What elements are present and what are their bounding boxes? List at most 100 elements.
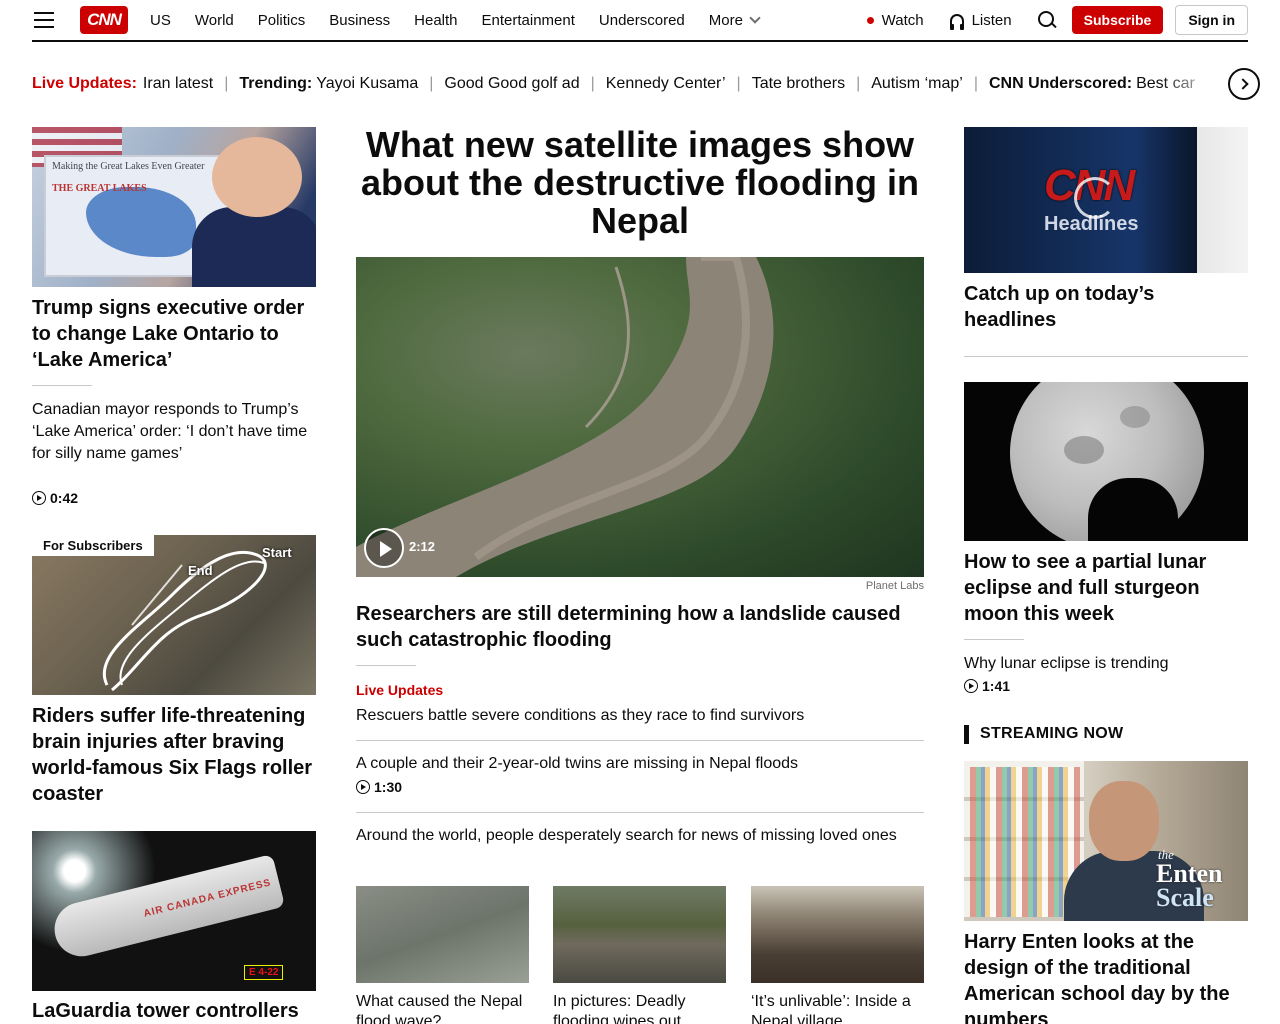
- coaster-end-label: End: [188, 563, 213, 578]
- great-lakes-map: [86, 187, 196, 257]
- headlines-headline[interactable]: Catch up on today’s headlines: [964, 281, 1248, 333]
- nav-politics[interactable]: Politics: [258, 12, 306, 29]
- live-update-link[interactable]: Rescuers battle severe conditions as the…: [356, 705, 924, 727]
- twins-video-duration: 1:30: [356, 779, 402, 795]
- thumb-caption[interactable]: In pictures: Deadly flooding wipes out: [553, 992, 726, 1024]
- plane-story-image[interactable]: AIR CANADA EXPRESS E 4-22: [32, 831, 316, 991]
- cnn-headlines-video[interactable]: CNN Headlines: [964, 127, 1248, 273]
- ticker-separator: |: [429, 75, 434, 92]
- live-updates-label: Live Updates: [356, 682, 444, 698]
- cnn-logo[interactable]: CNN: [80, 6, 128, 34]
- enten-scale-image[interactable]: the Enten Scale: [964, 761, 1248, 921]
- enten-headline[interactable]: Harry Enten looks at the design of the t…: [964, 929, 1248, 1024]
- image-credit: Planet Labs: [865, 580, 924, 592]
- header-actions: Watch Listen Subscribe Sign in: [866, 5, 1248, 35]
- nav-business[interactable]: Business: [329, 12, 390, 29]
- ticker-separator: |: [856, 75, 861, 92]
- ticker-item[interactable]: Kennedy Center’: [606, 75, 726, 93]
- ticker-separator: |: [736, 75, 741, 92]
- coaster-start-label: Start: [262, 545, 292, 560]
- nepal-satellite-image[interactable]: [356, 257, 924, 577]
- thumb-caption[interactable]: What caused the Nepal flood wave?: [356, 992, 529, 1024]
- divider: [964, 639, 1024, 640]
- enten-logo-word2: Scale: [1156, 883, 1214, 912]
- ticker-item[interactable]: Good Good golf ad: [444, 75, 579, 93]
- trump-headline[interactable]: Trump signs executive order to change La…: [32, 295, 316, 373]
- nav-more[interactable]: More: [708, 11, 761, 29]
- ticker-live-link[interactable]: Iran latest: [143, 75, 213, 93]
- section-marker: [964, 725, 969, 744]
- plane-headline[interactable]: LaGuardia tower controllers: [32, 998, 316, 1024]
- silhouette: [1088, 478, 1178, 541]
- play-icon: [964, 679, 978, 693]
- streaming-now-heading: STREAMING NOW: [980, 725, 1124, 742]
- person-head: [212, 137, 302, 217]
- ticker-item[interactable]: Tate brothers: [752, 75, 845, 93]
- coaster-headline[interactable]: Riders suffer life-threatening brain inj…: [32, 703, 316, 807]
- thumb-flood-wave[interactable]: [356, 886, 529, 983]
- coaster-story-image[interactable]: Start End: [32, 535, 316, 695]
- nav-health[interactable]: Health: [414, 12, 457, 29]
- duration-text: 1:30: [374, 779, 403, 795]
- play-icon: [356, 780, 370, 794]
- duration-text: 1:41: [982, 678, 1011, 694]
- eclipse-trending-link[interactable]: Why lunar eclipse is trending: [964, 653, 1248, 675]
- chevron-down-icon: [749, 12, 761, 24]
- moon-video-duration: 1:41: [964, 678, 1010, 694]
- subscribe-button[interactable]: Subscribe: [1071, 6, 1164, 34]
- lead-headline[interactable]: Researchers are still determining how a …: [356, 601, 924, 653]
- trending-ticker: Live Updates: Iran latest | Trending: Ya…: [32, 72, 1214, 96]
- divider: [356, 665, 416, 666]
- nav-us[interactable]: US: [150, 12, 171, 29]
- loading-spinner-icon: [1074, 177, 1116, 219]
- moon-headline[interactable]: How to see a partial lunar eclipse and f…: [964, 549, 1248, 627]
- person-head: [1089, 781, 1159, 861]
- thumb-deadly-flooding[interactable]: [553, 886, 726, 983]
- play-button-icon[interactable]: [364, 528, 404, 568]
- headphones-icon: [949, 13, 964, 30]
- menu-icon[interactable]: [34, 12, 54, 28]
- site-header: CNN US World Politics Business Health En…: [32, 0, 1248, 42]
- board-caption: Making the Great Lakes Even Greater: [52, 161, 205, 172]
- nav-world[interactable]: World: [195, 12, 234, 29]
- lead-story-title[interactable]: What new satellite images show about the…: [356, 126, 924, 240]
- nav-underscored[interactable]: Underscored: [599, 12, 685, 29]
- divider: [32, 385, 92, 386]
- ticker-live-label: Live Updates:: [32, 75, 137, 92]
- ticker-separator: |: [224, 75, 229, 92]
- divider: [356, 740, 924, 741]
- thumb-nepal-village[interactable]: [751, 886, 924, 983]
- watch-button[interactable]: Watch: [866, 11, 924, 29]
- chevron-right-icon: [1236, 78, 1249, 90]
- lead-video-duration: 2:12: [409, 539, 436, 554]
- thumb-caption[interactable]: ‘It’s unlivable’: Inside a Nepal village: [751, 992, 924, 1024]
- watch-label: Watch: [881, 11, 924, 29]
- listen-button[interactable]: Listen: [949, 11, 1012, 30]
- ticker-trending-label: Trending:: [239, 75, 313, 92]
- board-title: THE GREAT LAKES: [52, 183, 147, 194]
- search-icon[interactable]: [1037, 11, 1056, 29]
- ticker-separator: |: [590, 75, 595, 92]
- person-suit: [192, 207, 316, 287]
- for-subscribers-badge: For Subscribers: [32, 535, 154, 556]
- sign-in-button[interactable]: Sign in: [1175, 5, 1248, 35]
- trump-subheadline[interactable]: Canadian mayor responds to Trump’s ‘Lake…: [32, 399, 316, 465]
- runway-sign: E 4-22: [244, 965, 284, 980]
- ticker-item[interactable]: Autism ‘map’: [871, 75, 963, 93]
- live-dot-icon: [866, 16, 874, 24]
- ticker-trending-link[interactable]: Yayoi Kusama: [316, 75, 418, 93]
- duration-text: 0:42: [50, 490, 79, 506]
- ticker-underscored-label: CNN Underscored:: [988, 75, 1133, 92]
- missing-loved-ones-link[interactable]: Around the world, people desperately sea…: [356, 825, 924, 847]
- trump-story-image[interactable]: Making the Great Lakes Even Greater THE …: [32, 127, 316, 287]
- moon-story-image[interactable]: [964, 382, 1248, 541]
- ticker-next-button[interactable]: [1228, 68, 1260, 100]
- flood-river-shape: [356, 257, 774, 577]
- nav-entertainment[interactable]: Entertainment: [482, 12, 575, 29]
- listen-label: Listen: [971, 11, 1012, 29]
- missing-twins-link[interactable]: A couple and their 2-year-old twins are …: [356, 753, 924, 775]
- divider: [356, 812, 924, 813]
- ticker-fade: [1160, 68, 1220, 100]
- trump-video-duration: 0:42: [32, 490, 78, 506]
- nav-more-label: More: [708, 11, 743, 29]
